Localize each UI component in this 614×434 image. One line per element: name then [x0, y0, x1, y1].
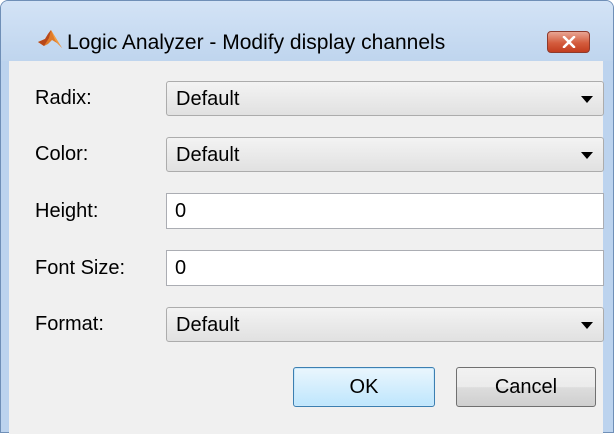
color-dropdown[interactable]: Default: [166, 137, 604, 172]
ok-button[interactable]: OK: [293, 367, 435, 407]
cancel-button[interactable]: Cancel: [456, 367, 596, 407]
window-title: Logic Analyzer - Modify display channels: [67, 31, 446, 54]
font-size-field[interactable]: 0: [166, 250, 604, 286]
height-label: Height:: [35, 200, 99, 222]
color-dropdown-value: Default: [176, 144, 240, 166]
chevron-down-icon: [581, 152, 593, 159]
radix-dropdown[interactable]: Default: [166, 81, 604, 116]
close-icon: [562, 36, 575, 48]
chevron-down-icon: [581, 322, 593, 329]
height-field[interactable]: 0: [166, 193, 604, 229]
title-bar[interactable]: Logic Analyzer - Modify display channels: [1, 1, 613, 61]
chevron-down-icon: [581, 96, 593, 103]
matlab-logo-icon: [38, 30, 62, 48]
format-label: Format:: [35, 313, 104, 335]
close-button[interactable]: [547, 31, 590, 53]
font-size-label: Font Size:: [35, 257, 126, 279]
format-dropdown-value: Default: [176, 314, 240, 336]
radix-label: Radix:: [35, 87, 92, 109]
color-label: Color:: [35, 143, 89, 165]
dialog-window: Logic Analyzer - Modify display channels…: [0, 0, 614, 434]
radix-dropdown-value: Default: [176, 88, 240, 110]
format-dropdown[interactable]: Default: [166, 307, 604, 342]
